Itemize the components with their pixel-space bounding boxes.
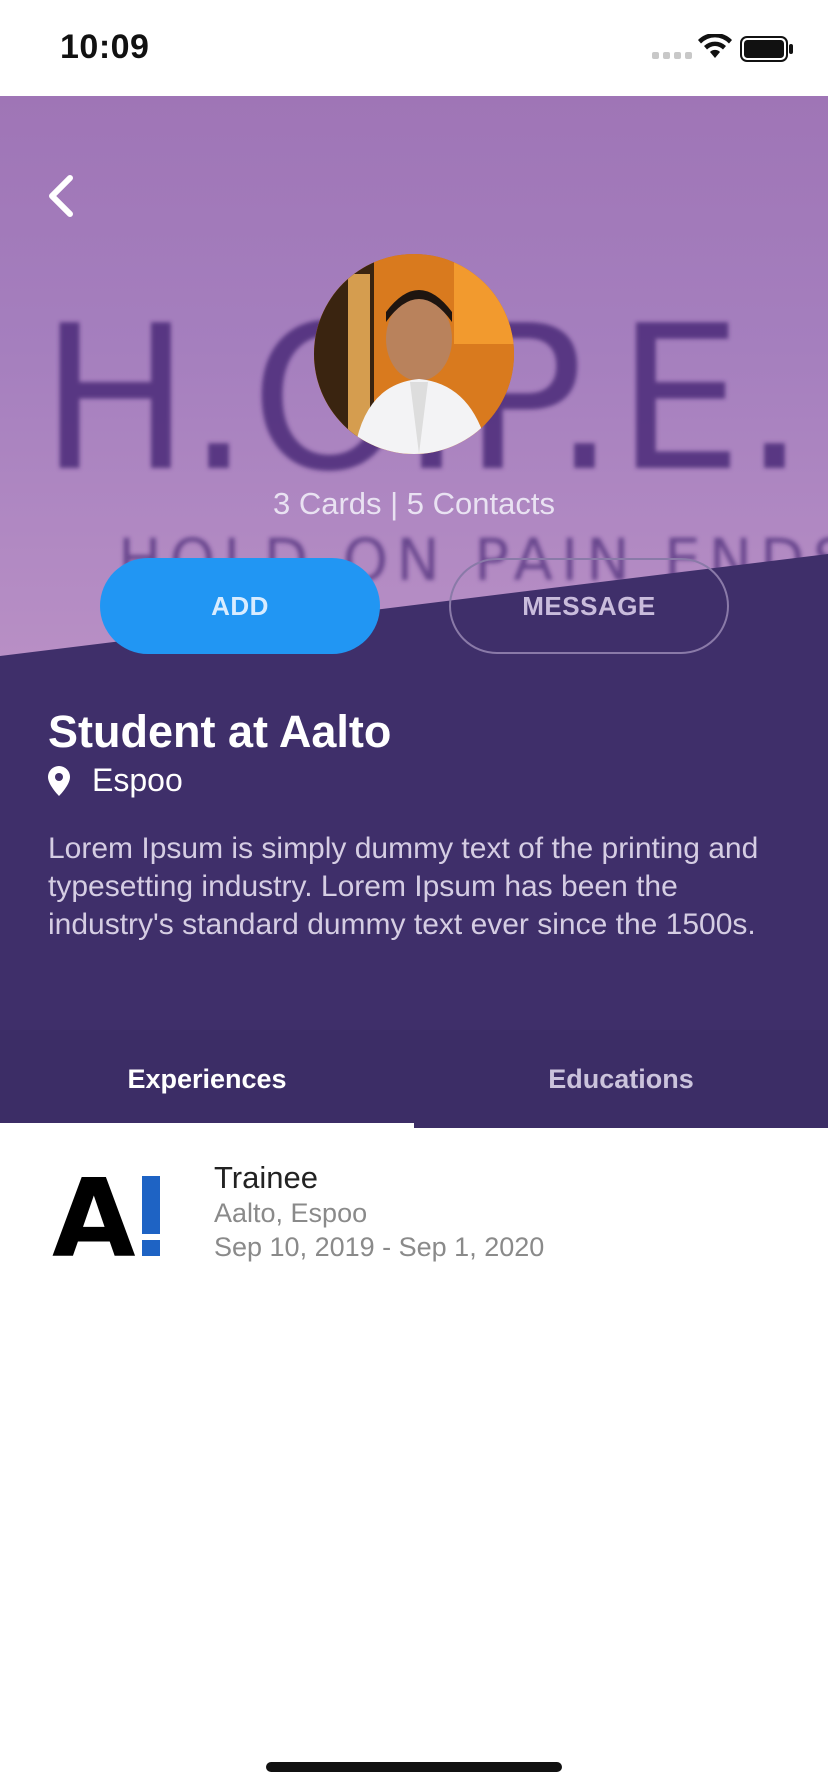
aalto-logo: A (52, 1174, 160, 1258)
status-bar: 10:09 (0, 0, 828, 96)
back-button[interactable] (40, 172, 80, 220)
avatar (314, 254, 514, 454)
location-text: Espoo (92, 762, 183, 798)
location-row: Espoo (48, 762, 183, 799)
experience-item[interactable]: A Trainee Aalto, Espoo Sep 10, 2019 - Se… (0, 1128, 828, 1288)
home-indicator[interactable] (266, 1762, 562, 1772)
tab-educations[interactable]: Educations (414, 1030, 828, 1128)
cellular-signal-icon (652, 52, 692, 59)
status-time: 10:09 (60, 28, 150, 66)
profile-header: H.O.P.E. HOLD ON PAIN ENDS 3 Cards | 5 C… (0, 96, 828, 656)
tab-experiences[interactable]: Experiences (0, 1030, 414, 1128)
experience-company: Aalto, Espoo (214, 1198, 368, 1228)
cards-contacts-count: 3 Cards | 5 Contacts (272, 486, 555, 521)
location-pin-icon (48, 765, 70, 796)
profile-bio: Lorem Ipsum is simply dummy text of the … (48, 832, 759, 941)
profile-info: Student at Aalto Espoo Lorem Ipsum is si… (0, 656, 828, 1030)
experience-role: Trainee (214, 1160, 318, 1195)
profile-tabs: Experiences Educations (0, 1030, 828, 1128)
experience-dates: Sep 10, 2019 - Sep 1, 2020 (214, 1232, 545, 1262)
chevron-left-icon (49, 175, 73, 217)
aalto-logo-a: A (52, 1174, 136, 1258)
add-button[interactable]: ADD (100, 558, 380, 654)
profile-title: Student at Aalto (48, 706, 392, 757)
battery-icon (740, 36, 793, 62)
message-button[interactable]: MESSAGE (449, 558, 729, 654)
wifi-icon (698, 34, 732, 58)
